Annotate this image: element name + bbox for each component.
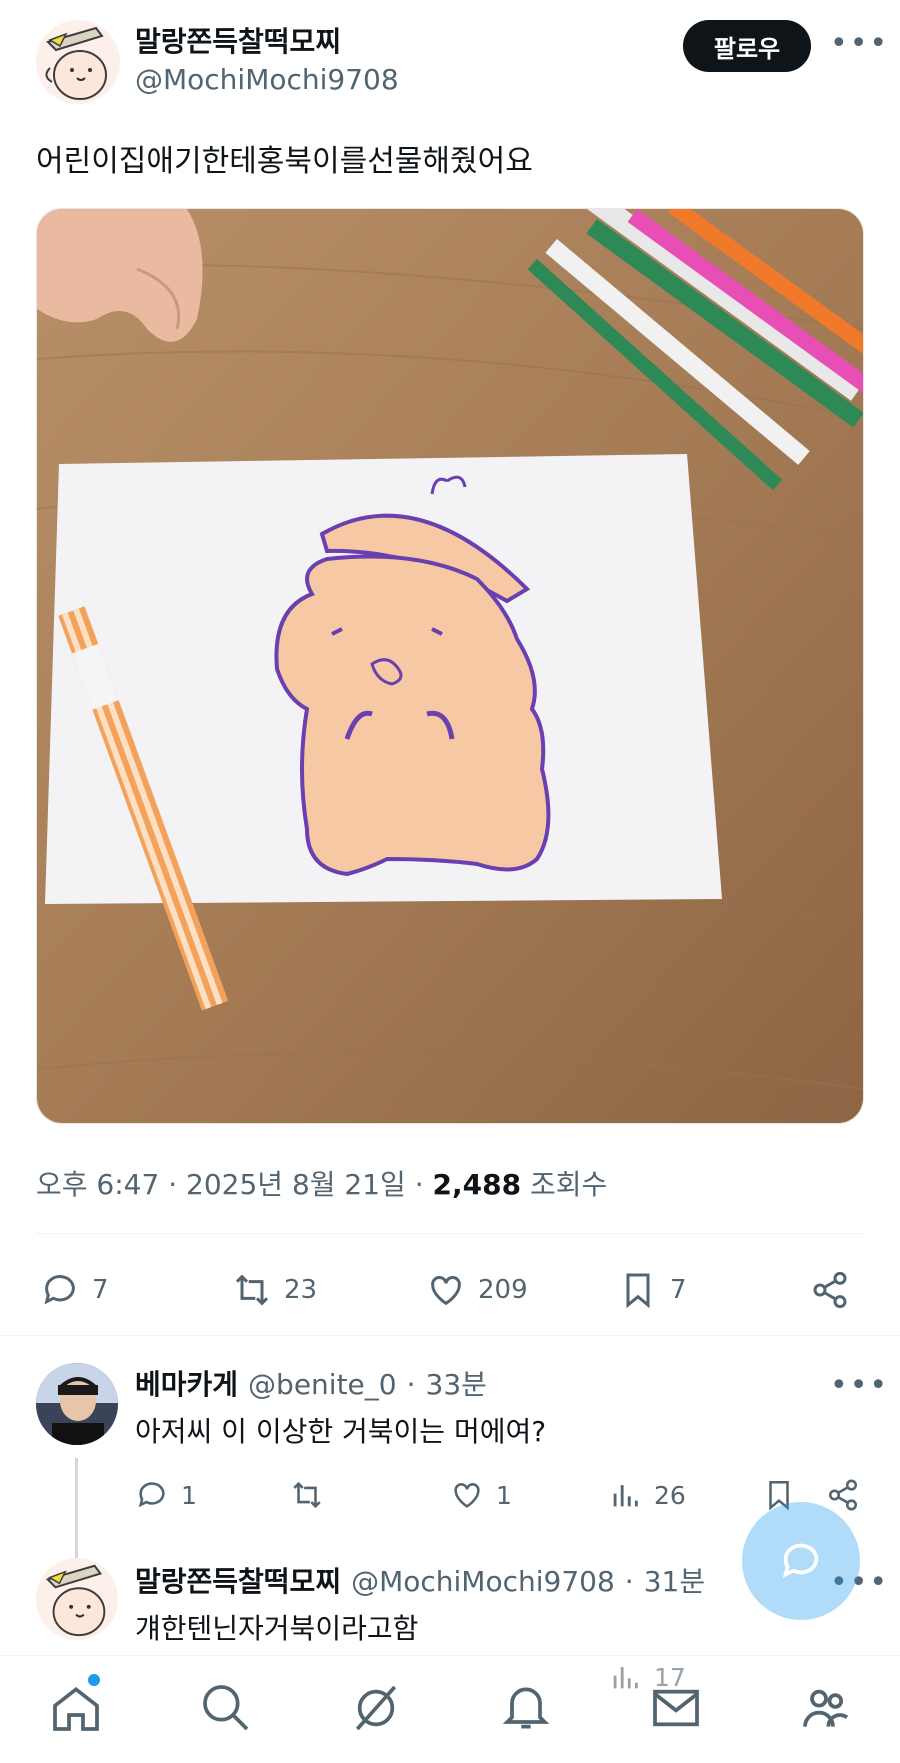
reply-header: 베마카게 @benite_0 · 33분 bbox=[135, 1363, 487, 1403]
author-handle[interactable]: @MochiMochi9708 bbox=[135, 63, 399, 96]
meta-separator: · bbox=[168, 1168, 178, 1201]
more-options-icon[interactable]: ••• bbox=[830, 26, 889, 61]
reply-avatar[interactable] bbox=[36, 1558, 118, 1640]
reply-author-handle[interactable]: @MochiMochi9708 bbox=[351, 1565, 615, 1598]
views-icon bbox=[613, 1485, 638, 1507]
author-avatar[interactable] bbox=[36, 20, 120, 104]
communities-icon bbox=[803, 1689, 849, 1727]
reply-icon bbox=[44, 1275, 75, 1305]
reply-like-count: 1 bbox=[496, 1480, 512, 1510]
bookmark-count: 7 bbox=[670, 1275, 687, 1305]
tweet-photo[interactable] bbox=[36, 208, 864, 1124]
reply-button[interactable]: 7 bbox=[40, 1270, 109, 1310]
repost-icon bbox=[235, 1274, 269, 1306]
bookmark-icon bbox=[626, 1273, 650, 1309]
bottom-navigation bbox=[0, 1655, 900, 1763]
repost-icon bbox=[293, 1481, 321, 1509]
notifications-icon bbox=[502, 1687, 550, 1729]
reply-more-options-icon[interactable]: ••• bbox=[830, 1368, 889, 1403]
meta-separator: · bbox=[624, 1565, 634, 1598]
tweet-text: 어린이집애기한테홍북이를선물해줬어요 bbox=[36, 144, 533, 179]
nav-grok[interactable] bbox=[348, 1680, 404, 1736]
repost-button[interactable]: 23 bbox=[232, 1270, 317, 1310]
author-display-name[interactable]: 말랑쫀득찰떡모찌 bbox=[135, 20, 341, 60]
home-notification-dot bbox=[88, 1674, 100, 1686]
reply-author-name[interactable]: 베마카게 bbox=[135, 1363, 238, 1403]
reply-text: 걔한텐닌자거북이라고함 bbox=[135, 1612, 419, 1645]
reply-like-button[interactable]: 1 bbox=[450, 1478, 512, 1512]
reply-repost-button[interactable] bbox=[290, 1478, 324, 1512]
repost-count: 23 bbox=[284, 1275, 318, 1305]
views-icon bbox=[613, 1667, 638, 1689]
thread-connector-line bbox=[75, 1458, 78, 1558]
reply-views-button[interactable]: 26 bbox=[608, 1478, 686, 1512]
reply-share-button[interactable] bbox=[826, 1478, 860, 1512]
like-count: 209 bbox=[478, 1275, 528, 1305]
meta-separator: · bbox=[414, 1168, 424, 1201]
mochi-avatar-icon bbox=[36, 1558, 118, 1640]
nav-notifications[interactable] bbox=[498, 1680, 554, 1736]
follow-button[interactable]: 팔로우 bbox=[683, 20, 811, 72]
search-icon bbox=[203, 1685, 249, 1731]
meta-separator: · bbox=[406, 1368, 416, 1401]
reply-count: 7 bbox=[92, 1275, 109, 1305]
divider bbox=[36, 1233, 864, 1234]
like-button[interactable]: 209 bbox=[426, 1270, 528, 1310]
like-icon bbox=[431, 1276, 461, 1306]
mochi-avatar-icon bbox=[36, 20, 120, 104]
home-icon bbox=[53, 1686, 99, 1731]
bookmark-button[interactable]: 7 bbox=[618, 1270, 687, 1310]
share-button[interactable] bbox=[810, 1270, 850, 1310]
reply-avatar[interactable] bbox=[36, 1363, 118, 1445]
share-icon bbox=[813, 1271, 847, 1309]
share-icon bbox=[828, 1479, 858, 1511]
tweet-metadata: 오후 6:47 · 2025년 8월 21일 · 2,488 조회수 bbox=[36, 1163, 607, 1203]
reply-reply-count: 1 bbox=[181, 1480, 197, 1510]
reply2-views-button[interactable]: 17 bbox=[608, 1660, 686, 1694]
reply-text: 아저씨 이 이상한 거북이는 머에여? bbox=[135, 1415, 547, 1448]
tweet-date[interactable]: 2025년 8월 21일 bbox=[186, 1168, 406, 1201]
reply-author-handle[interactable]: @benite_0 bbox=[248, 1368, 397, 1401]
compose-reply-button[interactable] bbox=[742, 1502, 860, 1620]
reply-reply-button[interactable]: 1 bbox=[135, 1478, 197, 1512]
reply-author-name[interactable]: 말랑쫀득찰떡모찌 bbox=[135, 1560, 341, 1600]
user-avatar-icon bbox=[36, 1363, 118, 1445]
tweet-time[interactable]: 오후 6:47 bbox=[36, 1168, 159, 1201]
nav-home[interactable] bbox=[48, 1680, 104, 1736]
divider bbox=[0, 1335, 900, 1336]
reply-time[interactable]: 31분 bbox=[644, 1560, 705, 1600]
grok-icon bbox=[355, 1685, 397, 1731]
view-count-label: 조회수 bbox=[530, 1168, 608, 1201]
nav-communities[interactable] bbox=[798, 1680, 854, 1736]
like-icon bbox=[454, 1483, 480, 1508]
drawing-photo-image bbox=[37, 209, 863, 1123]
reply-header: 말랑쫀득찰떡모찌 @MochiMochi9708 · 31분 bbox=[135, 1560, 705, 1600]
view-count: 2,488 bbox=[432, 1168, 522, 1201]
compose-icon bbox=[782, 1543, 819, 1578]
reply2-view-count: 17 bbox=[654, 1662, 686, 1692]
reply-icon bbox=[138, 1482, 165, 1508]
nav-search[interactable] bbox=[198, 1680, 254, 1736]
reply-time[interactable]: 33분 bbox=[426, 1363, 487, 1403]
reply-view-count: 26 bbox=[654, 1480, 686, 1510]
